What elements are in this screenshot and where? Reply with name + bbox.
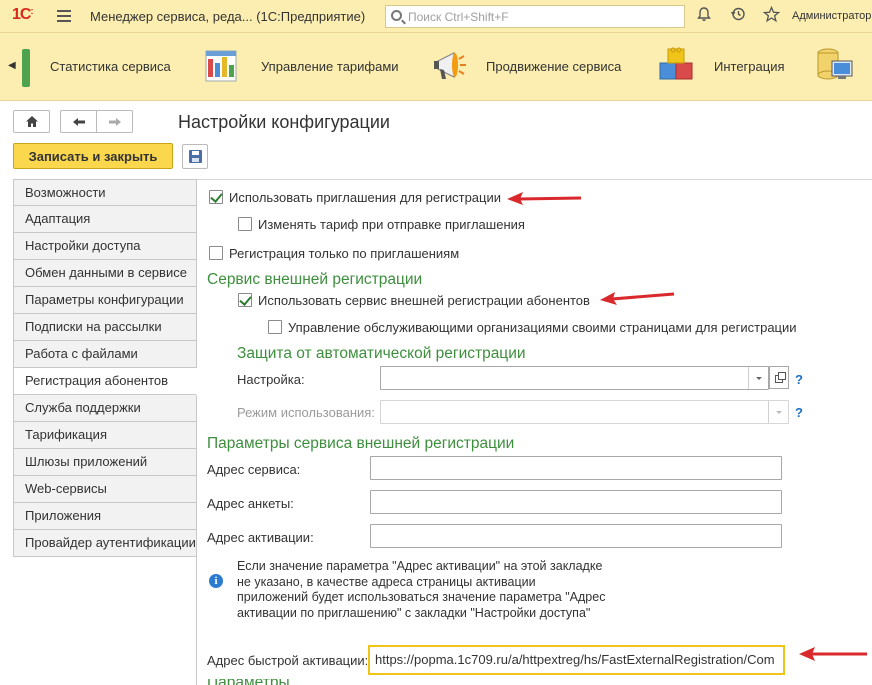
- history-icon[interactable]: [728, 6, 748, 26]
- help-icon[interactable]: ?: [795, 372, 803, 387]
- annotation-arrow-icon: [600, 292, 675, 305]
- form-address-label: Адрес анкеты:: [207, 496, 294, 511]
- integration-blocks-icon: [659, 47, 693, 80]
- setting-field[interactable]: [380, 366, 769, 390]
- settings-nav: Возможности Адаптация Настройки доступа …: [13, 179, 197, 557]
- nav-item-support-service[interactable]: Служба поддержки: [13, 395, 197, 422]
- params-group-title: Параметры сервиса внешней регистрации: [207, 435, 515, 452]
- activation-info-text: Если значение параметра "Адрес активации…: [237, 559, 606, 620]
- service-address-input[interactable]: [370, 456, 782, 480]
- nav-item-applications[interactable]: Приложения: [13, 503, 197, 530]
- statistics-icon: [22, 49, 30, 87]
- save-button[interactable]: [182, 144, 208, 169]
- fast-activation-input[interactable]: https://popma.1c709.ru/a/httpextreg/hs/F…: [368, 645, 785, 675]
- nav-item-config-parameters[interactable]: Параметры конфигурации: [13, 287, 197, 314]
- nav-item-mailing-subscriptions[interactable]: Подписки на рассылки: [13, 314, 197, 341]
- search-input[interactable]: [408, 8, 678, 25]
- user-name[interactable]: Администратор: [792, 10, 871, 22]
- setting-label: Настройка:: [237, 372, 305, 387]
- star-icon[interactable]: [761, 5, 781, 26]
- mode-label: Режим использования:: [237, 405, 375, 420]
- section-label: Продвижение сервиса: [486, 59, 622, 74]
- tariffs-icon: [205, 50, 237, 82]
- use-invitations-label[interactable]: Использовать приглашения для регистрации: [229, 190, 501, 205]
- nav-item-data-exchange[interactable]: Обмен данными в сервисе: [13, 260, 197, 287]
- next-group-title-partial: Параметры: [207, 679, 290, 685]
- chevron-down-icon[interactable]: [748, 367, 768, 389]
- section-label: Управление тарифами: [261, 59, 399, 74]
- 1c-logo[interactable]: 1С:: [12, 6, 33, 24]
- only-invitations-checkbox[interactable]: [209, 246, 223, 260]
- floppy-disk-icon: [189, 150, 202, 163]
- nav-item-features[interactable]: Возможности: [13, 179, 197, 206]
- mode-field: [380, 400, 789, 424]
- annotation-arrow-icon: [799, 647, 867, 661]
- forward-button[interactable]: [96, 110, 133, 133]
- content-top-divider: [197, 179, 872, 180]
- nav-item-file-handling[interactable]: Работа с файлами: [13, 341, 197, 368]
- chevron-down-icon: [768, 401, 788, 423]
- manage-orgs-checkbox[interactable]: [268, 320, 282, 334]
- use-external-service-checkbox[interactable]: [238, 293, 252, 307]
- annotation-arrow-icon: [507, 192, 582, 205]
- nav-item-app-gateways[interactable]: Шлюзы приложений: [13, 449, 197, 476]
- use-invitations-checkbox[interactable]: [209, 190, 223, 204]
- sections-scroll-left-icon[interactable]: ◀: [8, 60, 16, 71]
- nav-item-access-settings[interactable]: Настройки доступа: [13, 233, 197, 260]
- change-tariff-checkbox[interactable]: [238, 217, 252, 231]
- nav-item-subscriber-registration[interactable]: Регистрация абонентов: [13, 368, 197, 395]
- back-button[interactable]: [60, 110, 97, 133]
- search-icon: [391, 10, 402, 21]
- title-bar: 1С: Менеджер сервиса, реда... (1С:Предпр…: [0, 0, 872, 33]
- protection-group-title: Защита от автоматической регистрации: [237, 345, 526, 362]
- sections-panel: ◀ Статистика сервиса Управление тарифами…: [0, 33, 872, 101]
- nav-item-adaptation[interactable]: Адаптация: [13, 206, 197, 233]
- page-title: Настройки конфигурации: [178, 112, 390, 132]
- bell-icon[interactable]: [694, 6, 714, 26]
- help-icon[interactable]: ?: [795, 405, 803, 420]
- fast-activation-label: Адрес быстрой активации:: [207, 653, 369, 668]
- activation-address-input[interactable]: [370, 524, 782, 548]
- external-registration-group-title: Сервис внешней регистрации: [207, 271, 423, 288]
- menu-icon[interactable]: [57, 10, 71, 22]
- home-icon: [25, 116, 38, 127]
- only-invitations-label[interactable]: Регистрация только по приглашениям: [229, 246, 459, 261]
- arrow-right-icon: [108, 117, 121, 126]
- change-tariff-label[interactable]: Изменять тариф при отправке приглашения: [258, 217, 525, 232]
- home-button[interactable]: [13, 110, 50, 133]
- megaphone-icon: [434, 52, 466, 79]
- save-and-close-button[interactable]: Записать и закрыть: [13, 143, 173, 169]
- section-label: Статистика сервиса: [50, 59, 171, 74]
- nav-item-auth-provider[interactable]: Провайдер аутентификации: [13, 530, 197, 557]
- nav-item-tariffication[interactable]: Тарификация: [13, 422, 197, 449]
- form-address-input[interactable]: [370, 490, 782, 514]
- logo-text: 1С: [12, 6, 31, 23]
- search-box[interactable]: [385, 5, 685, 28]
- app-title: Менеджер сервиса, реда... (1С:Предприяти…: [90, 9, 366, 24]
- nav-item-web-services[interactable]: Web-сервисы: [13, 476, 197, 503]
- info-icon: i: [209, 574, 223, 588]
- activation-address-label: Адрес активации:: [207, 530, 314, 545]
- nav-active-gap: [196, 368, 197, 395]
- service-address-label: Адрес сервиса:: [207, 462, 301, 477]
- database-computer-icon: [817, 48, 853, 80]
- nav-right-border: [196, 179, 197, 685]
- manage-orgs-label[interactable]: Управление обслуживающими организациями …: [288, 320, 797, 335]
- open-icon[interactable]: [769, 366, 789, 389]
- section-label: Интеграция: [714, 59, 785, 74]
- arrow-left-icon: [73, 117, 85, 126]
- use-external-service-label[interactable]: Использовать сервис внешней регистрации …: [258, 293, 590, 308]
